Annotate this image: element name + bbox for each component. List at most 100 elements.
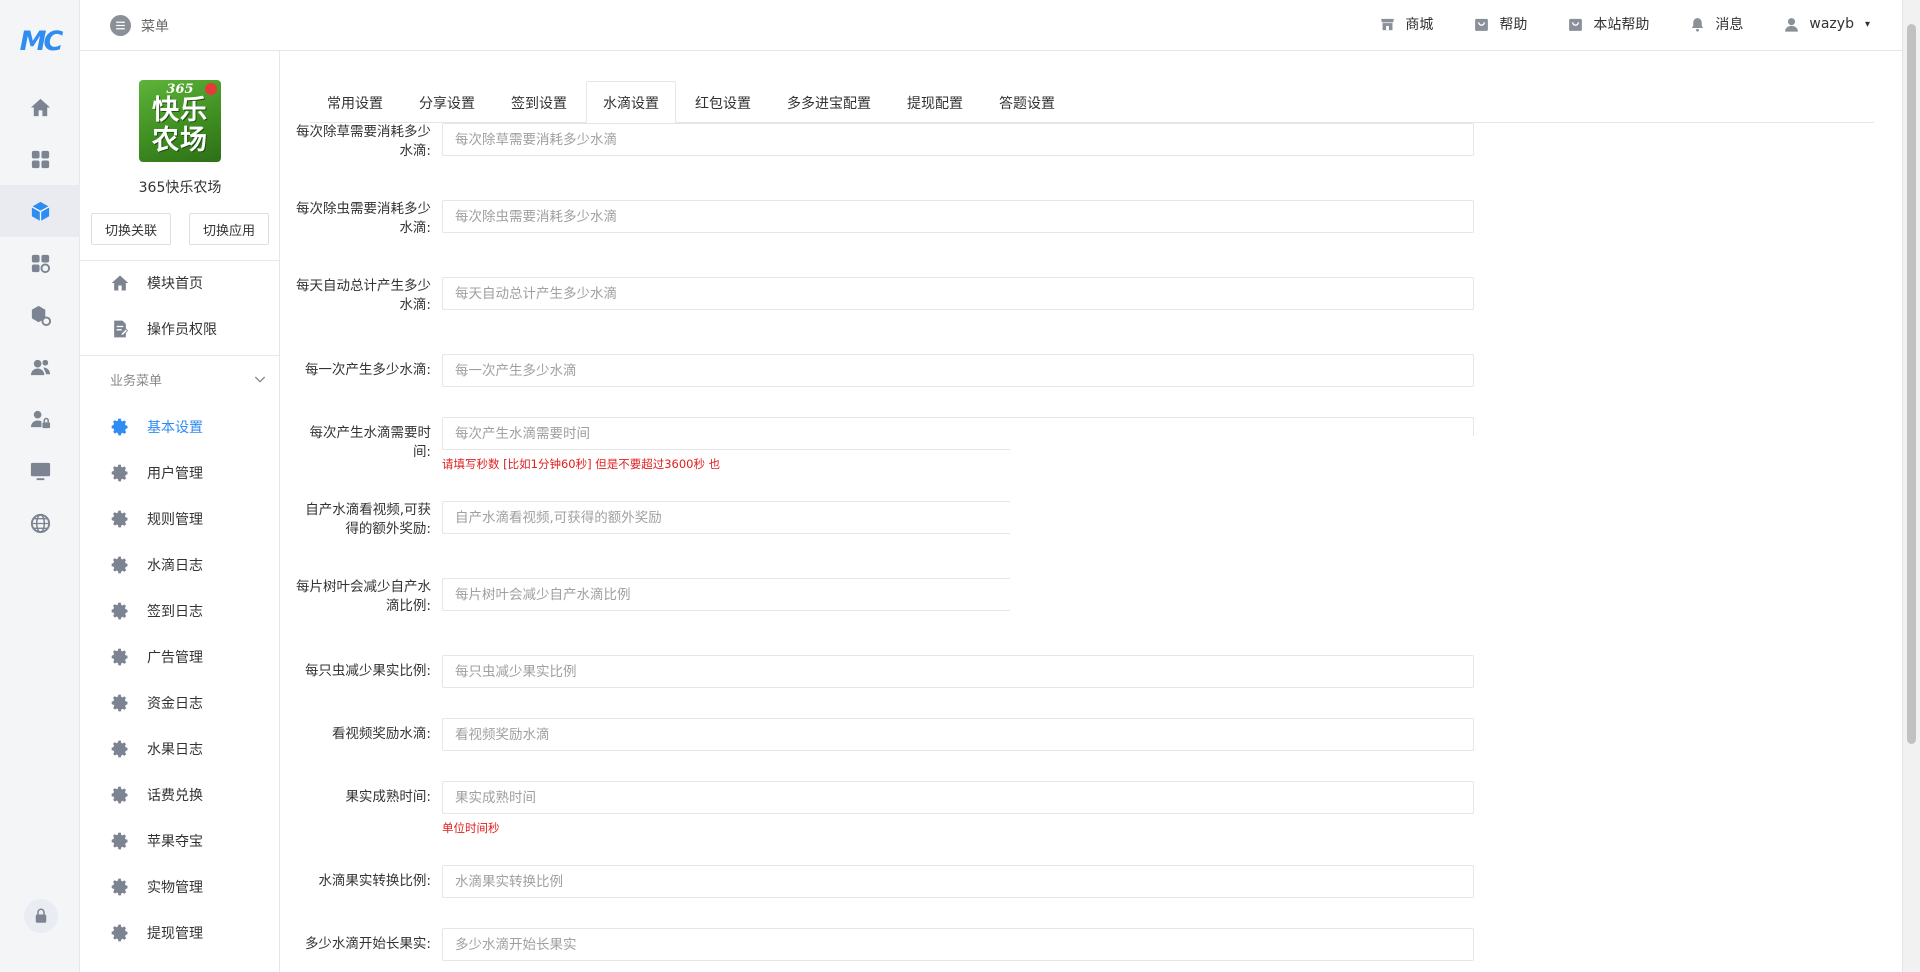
tab-item[interactable]: 提现配置 xyxy=(890,81,980,123)
gear-icon xyxy=(111,418,128,436)
nav-business-item[interactable]: 资金日志 xyxy=(80,681,280,725)
setting-input[interactable] xyxy=(442,123,1474,156)
nav-label: 苹果夺宝 xyxy=(147,834,203,850)
site-help-link[interactable]: 本站帮助 xyxy=(1567,14,1649,34)
user-menu[interactable]: wazyb ▾ xyxy=(1783,16,1870,33)
store-link[interactable]: 商城 xyxy=(1379,14,1433,34)
group-title: 业务菜单 xyxy=(110,373,163,389)
tab-item[interactable]: 分享设置 xyxy=(402,81,492,123)
field-label: 果实成熟时间: xyxy=(345,789,431,805)
field-label: 每次除草需要消耗多少水滴: xyxy=(296,124,431,159)
setting-input[interactable] xyxy=(442,200,1474,233)
scrollbar-thumb[interactable] xyxy=(1907,24,1916,744)
rail-permissions-button[interactable] xyxy=(0,393,80,445)
rail-plugins-button[interactable] xyxy=(0,237,80,289)
app-window: MC 菜单 商城 帮助 本站帮助 消息 wazyb ▾ 365 快乐 农场 36… xyxy=(0,0,1920,972)
settings-tabs: 常用设置 分享设置 签到设置 水滴设置 红包设置 多多进宝配置 提现配置 答题设置 xyxy=(310,81,1874,124)
doc-edit-icon xyxy=(114,320,129,338)
lock-screen-button[interactable] xyxy=(24,899,58,933)
messages-link[interactable]: 消息 xyxy=(1689,14,1743,34)
nav-business-item[interactable]: 提现管理 xyxy=(80,911,280,955)
field-label: 每一次产生多少水滴: xyxy=(304,362,431,378)
nav-operator-permissions[interactable]: 操作员权限 xyxy=(80,307,280,351)
field-hint: 请填写秒数 [比如1分钟60秒] 但是不要超过3600秒 也 xyxy=(442,457,721,471)
nav-label: 水果日志 xyxy=(147,742,203,758)
setting-input[interactable] xyxy=(442,781,1474,814)
store-icon xyxy=(1381,18,1395,30)
nav-business-item[interactable]: 苹果夺宝 xyxy=(80,819,280,863)
gear-icon xyxy=(111,924,128,942)
rail-modules-button[interactable] xyxy=(0,185,80,237)
nav-business-item[interactable]: 实物管理 xyxy=(80,865,280,909)
nav-business-item[interactable]: 签到日志 xyxy=(80,589,280,633)
site-help-link-label: 本站帮助 xyxy=(1593,17,1650,33)
nav-business-item[interactable]: 基本设置 xyxy=(80,405,280,449)
setting-input[interactable] xyxy=(442,865,1474,898)
rail-monitor-button[interactable] xyxy=(0,445,80,497)
nav-business-item[interactable]: 广告管理 xyxy=(80,635,280,679)
tab-item[interactable]: 签到设置 xyxy=(494,81,584,123)
nav-module-home[interactable]: 模块首页 xyxy=(80,261,280,305)
rail-apps-button[interactable] xyxy=(0,133,80,185)
gear-icon xyxy=(111,648,128,666)
tab-item[interactable]: 红包设置 xyxy=(678,81,768,123)
nav-business-item[interactable]: 话费兑换 xyxy=(80,773,280,817)
field-label: 水滴果实转换比例: xyxy=(318,873,431,889)
setting-input[interactable] xyxy=(442,718,1474,751)
setting-input[interactable] xyxy=(442,928,1474,961)
field-label: 每只虫减少果实比例: xyxy=(304,663,431,679)
menu-toggle[interactable]: 菜单 xyxy=(110,15,169,36)
tab-item[interactable]: 多多进宝配置 xyxy=(770,81,888,123)
setting-input[interactable] xyxy=(442,277,1474,310)
gear-icon xyxy=(111,832,128,850)
nav-business-item[interactable]: 水果日志 xyxy=(80,727,280,771)
top-links: 商城 帮助 本站帮助 消息 wazyb ▾ xyxy=(1379,14,1870,34)
field-label: 每天自动总计产生多少水滴: xyxy=(296,278,431,313)
nav-label: 模块首页 xyxy=(147,276,203,292)
brand-logo[interactable]: MC xyxy=(14,26,66,58)
field-label: 自产水滴看视频,可获得的额外奖励: xyxy=(305,502,431,537)
chevron-down-icon xyxy=(254,376,266,383)
setting-input[interactable] xyxy=(442,354,1474,387)
nav-label: 操作员权限 xyxy=(147,322,217,338)
nav-business-item[interactable]: 用户管理 xyxy=(80,451,280,495)
page-scrollbar[interactable] xyxy=(1902,0,1920,972)
apps-plus-icon xyxy=(31,254,50,273)
switch-app-button[interactable]: 切换应用 xyxy=(189,213,269,245)
nav-business-item[interactable]: 规则管理 xyxy=(80,497,280,541)
tab-item[interactable]: 水滴设置 xyxy=(586,81,676,124)
divider xyxy=(80,355,280,356)
field-hint: 单位时间秒 xyxy=(442,821,500,835)
top-bar: 菜单 商城 帮助 本站帮助 消息 wazyb ▾ xyxy=(80,0,1902,51)
cube-icon xyxy=(31,201,49,221)
lock-icon xyxy=(35,908,47,923)
nav-business-item[interactable]: 水滴日志 xyxy=(80,543,280,587)
module-sidebar: 365 快乐 农场 365快乐农场 切换关联 切换应用 模块首页 操作员权限 业务… xyxy=(80,51,280,972)
icon-rail: MC xyxy=(0,0,80,972)
field-label: 每片树叶会减少自产水滴比例: xyxy=(296,579,431,614)
rail-sites-button[interactable] xyxy=(0,497,80,549)
gear-icon xyxy=(111,740,128,758)
business-menu-group[interactable]: 业务菜单 xyxy=(80,357,280,401)
rail-home-button[interactable] xyxy=(0,81,80,133)
gear-icon xyxy=(111,510,128,528)
tab-item[interactable]: 常用设置 xyxy=(310,81,400,123)
rail-packages-button[interactable] xyxy=(0,289,80,341)
user-icon xyxy=(1785,17,1799,32)
nav-label: 基本设置 xyxy=(147,420,203,436)
help-link[interactable]: 帮助 xyxy=(1473,14,1527,34)
store-link-label: 商城 xyxy=(1405,17,1434,33)
home-icon xyxy=(111,275,129,291)
app-logo: 365 快乐 农场 xyxy=(139,80,221,162)
gear-icon xyxy=(111,464,128,482)
help-link-label: 帮助 xyxy=(1499,17,1528,33)
field-label: 每次除虫需要消耗多少水滴: xyxy=(296,201,431,236)
globe-icon xyxy=(30,513,50,533)
tab-item[interactable]: 答题设置 xyxy=(982,81,1072,123)
switch-relation-button[interactable]: 切换关联 xyxy=(91,213,171,245)
rail-users-button[interactable] xyxy=(0,341,80,393)
field-label: 每次产生水滴需要时间: xyxy=(309,425,432,460)
setting-input[interactable] xyxy=(442,655,1474,688)
app-name: 365快乐农场 xyxy=(138,180,222,196)
nav-label: 提现管理 xyxy=(147,926,203,942)
